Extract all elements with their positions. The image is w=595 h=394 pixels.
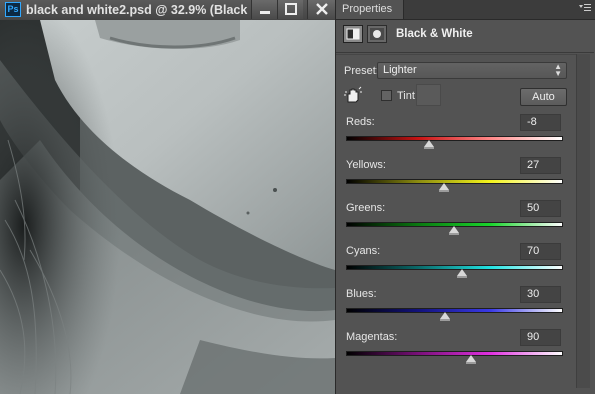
color-slider-label: Reds: <box>346 116 375 128</box>
preset-label: Preset: <box>344 65 379 77</box>
adjustment-layer-icon[interactable] <box>343 25 363 43</box>
adjustment-title: Black & White <box>396 28 473 40</box>
color-value-input[interactable]: 90 <box>520 329 561 346</box>
properties-panel: Properties Black & White Preset: Lighter… <box>335 0 595 394</box>
color-slider-row: Magentas: 90 <box>336 329 594 369</box>
photoshop-app-icon: Ps <box>5 2 21 17</box>
select-arrows-icon: ▲ ▼ <box>554 62 562 78</box>
tab-properties[interactable]: Properties <box>336 0 404 19</box>
layer-mask-icon[interactable] <box>367 25 387 43</box>
image-canvas[interactable] <box>0 20 335 394</box>
color-value-input[interactable]: 27 <box>520 157 561 174</box>
color-slider-row: Greens: 50 <box>336 200 594 240</box>
color-value-input[interactable]: 50 <box>520 200 561 217</box>
color-value-input[interactable]: -8 <box>520 114 561 131</box>
targeted-adjustment-hand-icon[interactable] <box>344 86 362 104</box>
color-slider-thumb[interactable] <box>439 312 450 321</box>
portrait-photo <box>0 20 335 394</box>
color-slider-thumb[interactable] <box>448 226 459 235</box>
close-icon <box>316 3 328 15</box>
color-slider-label: Cyans: <box>346 245 381 257</box>
panel-menu-icon[interactable] <box>578 3 592 15</box>
document-titlebar[interactable]: Ps black and white2.psd @ 32.9% (Black &… <box>0 0 335 21</box>
preset-select[interactable]: Lighter ▲ ▼ <box>377 62 567 79</box>
color-slider-row: Yellows: 27 <box>336 157 594 197</box>
color-slider-label: Magentas: <box>346 331 398 343</box>
tint-color-swatch[interactable] <box>416 84 441 106</box>
document-window: Ps black and white2.psd @ 32.9% (Black &… <box>0 0 335 394</box>
tint-label: Tint <box>397 90 415 102</box>
color-slider-track[interactable] <box>346 351 563 356</box>
panel-divider <box>336 54 576 55</box>
color-slider-label: Greens: <box>346 202 386 214</box>
preset-value: Lighter <box>383 64 417 76</box>
color-slider-row: Blues: 30 <box>336 286 594 326</box>
color-slider-track[interactable] <box>346 136 563 141</box>
color-slider-track[interactable] <box>346 308 563 313</box>
auto-button[interactable]: Auto <box>520 88 567 106</box>
color-value-input[interactable]: 30 <box>520 286 561 303</box>
color-slider-thumb[interactable] <box>438 183 449 192</box>
color-value-input[interactable]: 70 <box>520 243 561 260</box>
tint-checkbox[interactable] <box>381 90 392 101</box>
color-slider-thumb[interactable] <box>423 140 434 149</box>
close-button[interactable] <box>307 0 335 19</box>
color-slider-thumb[interactable] <box>457 269 468 278</box>
document-title: black and white2.psd @ 32.9% (Black &... <box>26 3 248 17</box>
panel-tab-bar: Properties <box>336 0 595 20</box>
panel-scrollbar[interactable] <box>576 54 590 388</box>
maximize-icon <box>285 3 297 15</box>
minimize-icon <box>260 11 270 14</box>
color-slider-track[interactable] <box>346 179 563 184</box>
minimize-button[interactable] <box>251 0 277 19</box>
color-slider-label: Blues: <box>346 288 377 300</box>
adjustment-header: Black & White <box>336 20 594 53</box>
color-slider-label: Yellows: <box>346 159 386 171</box>
color-slider-thumb[interactable] <box>465 355 476 364</box>
color-slider-row: Reds: -8 <box>336 114 594 154</box>
color-slider-row: Cyans: 70 <box>336 243 594 283</box>
maximize-button[interactable] <box>277 0 303 19</box>
color-slider-track[interactable] <box>346 265 563 270</box>
